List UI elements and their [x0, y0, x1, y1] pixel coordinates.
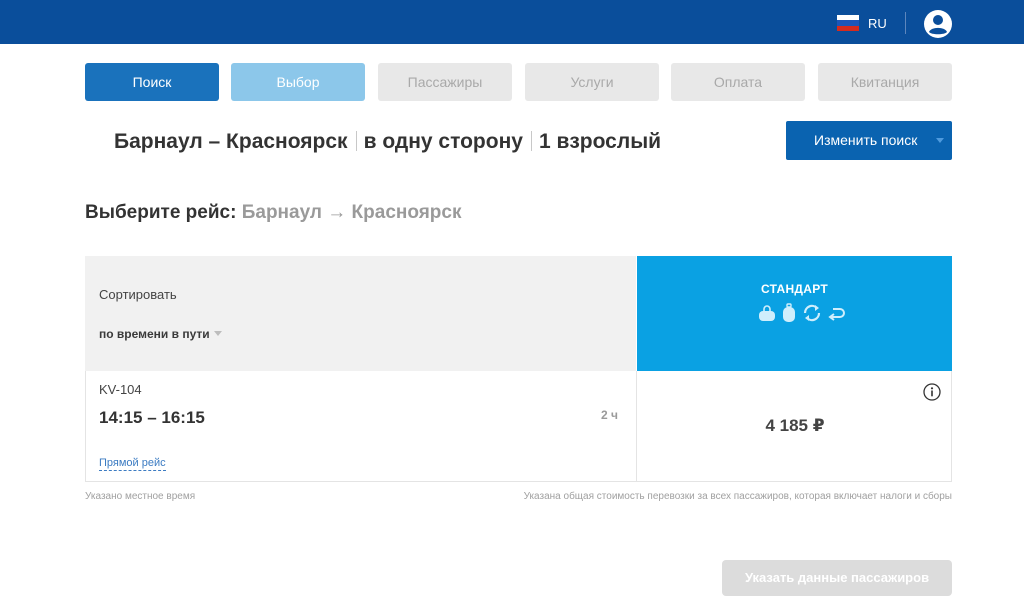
flight-duration: 2 ч [601, 408, 618, 422]
summary-separator [355, 131, 357, 151]
refund-icon [828, 308, 845, 321]
choose-flight-heading: Выберите рейс: Барнаул → Красноярск [85, 202, 461, 224]
local-time-note: Указано местное время [85, 491, 196, 502]
passengers-text: 1 взрослый [538, 130, 662, 153]
booking-steps: Поиск Выбор Пассажиры Услуги Оплата Квит… [85, 63, 952, 101]
fare-price[interactable]: 4 185 ₽ [637, 416, 953, 436]
flight-number: KV-104 [99, 382, 142, 397]
step-search[interactable]: Поиск [85, 63, 219, 101]
russia-flag-icon[interactable] [837, 15, 859, 31]
top-bar: RU [0, 0, 1024, 44]
choose-from: Барнаул [241, 202, 322, 223]
total-price-note: Указана общая стоимость перевозки за все… [523, 491, 952, 502]
chevron-down-icon [213, 331, 222, 336]
change-search-button[interactable]: Изменить поиск [786, 121, 952, 160]
sort-value-text: по времени в пути [99, 327, 210, 341]
step-services[interactable]: Услуги [525, 63, 659, 101]
direct-flight-link[interactable]: Прямой рейс [99, 457, 166, 471]
step-passengers[interactable]: Пассажиры [378, 63, 512, 101]
chevron-down-icon [936, 138, 944, 143]
fare-column-header[interactable]: СТАНДАРТ [637, 256, 952, 371]
flight-times: 14:15 – 16:15 [99, 408, 205, 427]
fare-name: СТАНДАРТ [760, 282, 829, 296]
search-summary: Барнаул – Красноярск в одну сторону 1 взро… [114, 130, 661, 154]
arrow-right-icon: → [327, 202, 347, 223]
choose-label: Выберите рейс: [85, 202, 237, 223]
summary-separator [530, 131, 532, 151]
info-icon[interactable] [923, 383, 941, 401]
flight-row: KV-104 14:15 – 16:15 2 ч Прямой рейс 4 1… [85, 371, 952, 482]
route-text: Барнаул – Красноярск [114, 130, 348, 153]
sort-label: Сортировать [99, 287, 177, 302]
luggage-icon [783, 303, 795, 322]
header-divider [905, 12, 906, 34]
choose-to: Красноярск [351, 202, 462, 223]
change-search-label: Изменить поиск [814, 132, 918, 148]
exchange-icon [803, 304, 821, 322]
trip-type-text: в одну сторону [363, 130, 523, 153]
sort-dropdown[interactable]: по времени в пути [99, 327, 222, 341]
step-select[interactable]: Выбор [231, 63, 365, 101]
step-payment[interactable]: Оплата [671, 63, 805, 101]
flight-details: KV-104 14:15 – 16:15 2 ч Прямой рейс [86, 371, 637, 481]
hand-bag-icon [759, 305, 775, 321]
enter-passenger-details-button[interactable]: Указать данные пассажиров [722, 560, 952, 596]
language-selector[interactable]: RU [868, 16, 887, 31]
sort-panel: Сортировать по времени в пути [85, 256, 636, 371]
step-receipt[interactable]: Квитанция [818, 63, 952, 101]
user-account-icon[interactable] [923, 9, 953, 39]
